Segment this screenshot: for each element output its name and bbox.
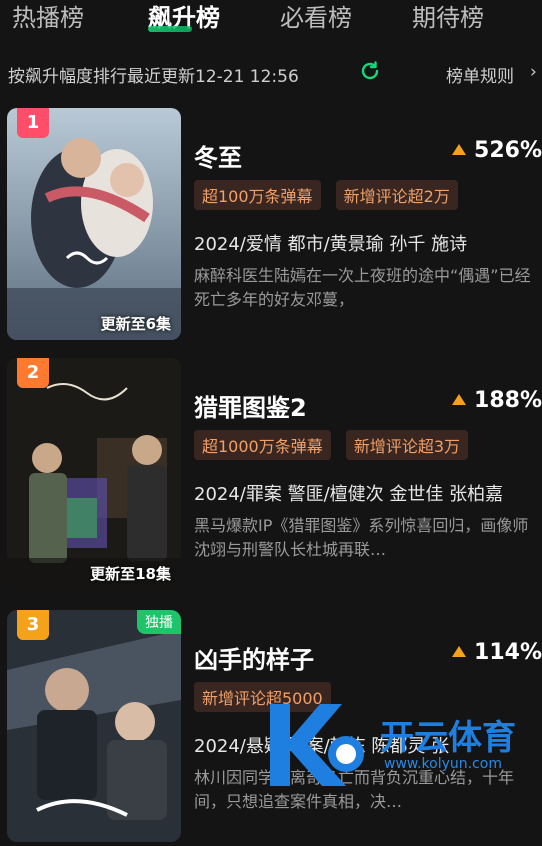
poster-image[interactable]: 1 更新至6集 xyxy=(7,108,181,340)
tag-badge: 超1000万条弹幕 xyxy=(194,430,331,460)
refresh-icon[interactable] xyxy=(358,59,382,83)
rise-percentage: 526% xyxy=(452,138,542,163)
rise-value: 526% xyxy=(474,138,542,163)
watermark-url: www.kolyun.com xyxy=(384,756,502,772)
rise-percentage: 114% xyxy=(452,640,542,665)
chevron-right-icon[interactable]: › xyxy=(530,62,537,82)
ranking-item[interactable]: 1 更新至6集 冬至 526% 超100万条弹幕 新增评论超2万 2024/爱情… xyxy=(0,108,542,344)
rank-badge: 3 xyxy=(17,610,49,640)
arrow-up-icon xyxy=(452,393,467,405)
show-title[interactable]: 凶手的样子 xyxy=(194,640,314,675)
watermark: 开云体育 www.kolyun.com xyxy=(260,694,542,794)
arrow-up-icon xyxy=(452,645,467,657)
show-description: 麻醉科医生陆嫣在一次上夜班的途中“偶遇”已经死亡多年的好友邓蔓， xyxy=(194,266,531,309)
rise-value: 114% xyxy=(474,640,542,665)
episode-count: 更新至18集 xyxy=(90,565,171,583)
tag-list: 超1000万条弹幕 新增评论超3万 xyxy=(194,430,478,460)
rise-value: 188% xyxy=(474,388,542,413)
poster-artwork xyxy=(7,358,181,590)
ranking-subheader: 按飙升幅度排行最近更新12-21 12:56 榜单规则 › xyxy=(0,56,542,90)
ranking-item[interactable]: 2 更新至18集 猎罪图鉴2 188% 超1000万条弹幕 新增评论超3万 20… xyxy=(0,358,542,594)
update-info: 按飙升幅度排行最近更新12-21 12:56 xyxy=(8,67,299,87)
poster-image[interactable]: 2 更新至18集 xyxy=(7,358,181,590)
rank-badge: 1 xyxy=(17,108,49,138)
tab-must-watch[interactable]: 必看榜 xyxy=(280,0,352,33)
tag-badge: 新增评论超2万 xyxy=(335,180,458,210)
ranking-rules-link[interactable]: 榜单规则 xyxy=(446,62,514,87)
tag-badge: 新增评论超3万 xyxy=(345,430,469,460)
tag-badge: 超100万条弹幕 xyxy=(194,180,321,210)
show-title[interactable]: 冬至 xyxy=(194,138,242,173)
poster-artwork xyxy=(7,610,181,842)
poster-image[interactable]: 3 独播 xyxy=(7,610,181,842)
active-tab-indicator xyxy=(148,26,192,32)
exclusive-badge: 独播 xyxy=(137,610,181,634)
watermark-logo-icon xyxy=(270,704,364,786)
arrow-up-icon xyxy=(452,143,467,155)
tab-anticipated[interactable]: 期待榜 xyxy=(412,0,484,33)
watermark-text: 开云体育 xyxy=(380,718,516,758)
rank-badge: 2 xyxy=(17,358,49,388)
poster-artwork xyxy=(7,108,181,340)
ranking-tabs: 热播榜 飙升榜 必看榜 期待榜 xyxy=(0,0,542,40)
episode-count: 更新至6集 xyxy=(100,315,171,333)
show-description: 黑马爆款IP《猎罪图鉴》系列惊喜回归，画像师沈翊与刑警队长杜城再联… xyxy=(194,516,529,559)
tab-hot[interactable]: 热播榜 xyxy=(12,0,84,33)
show-meta: 2024/爱情 都市/黄景瑜 孙千 施诗 xyxy=(194,234,468,255)
rise-percentage: 188% xyxy=(452,388,542,413)
show-meta: 2024/罪案 警匪/檀健次 金世佳 张柏嘉 xyxy=(194,484,504,505)
tag-list: 超100万条弹幕 新增评论超2万 xyxy=(194,180,468,210)
show-title[interactable]: 猎罪图鉴2 xyxy=(194,388,307,423)
